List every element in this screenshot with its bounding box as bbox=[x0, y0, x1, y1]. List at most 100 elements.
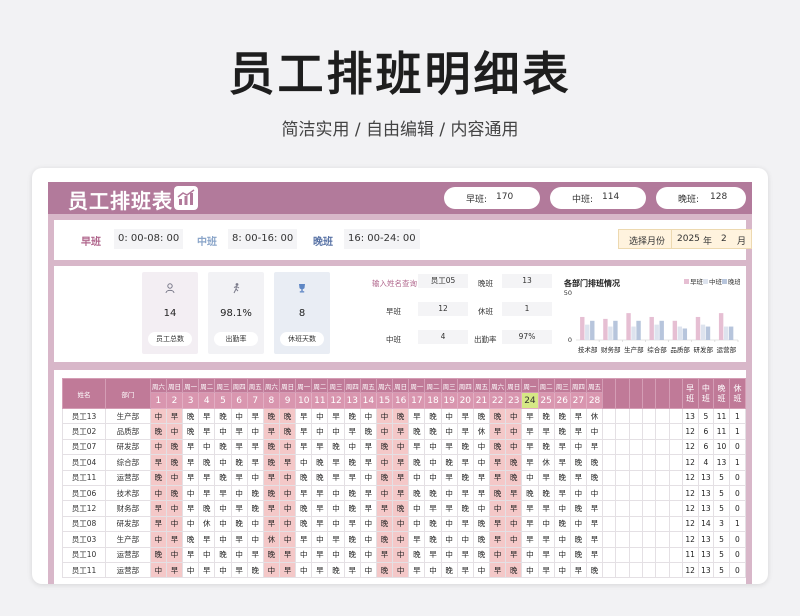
shift-cell[interactable]: 晚 bbox=[149, 546, 167, 563]
shift-cell[interactable]: 中 bbox=[359, 561, 377, 579]
shift-cell[interactable]: 中 bbox=[262, 561, 281, 579]
shift-cell[interactable]: 中 bbox=[295, 561, 313, 579]
shift-cell[interactable]: 晚 bbox=[262, 407, 281, 425]
shift-cell[interactable]: 晚 bbox=[375, 561, 394, 579]
shift-cell[interactable]: 早 bbox=[246, 407, 264, 425]
shift-cell[interactable]: 中 bbox=[246, 531, 264, 548]
shift-cell[interactable]: 晚 bbox=[424, 531, 442, 548]
shift-cell[interactable]: 晚 bbox=[585, 454, 604, 471]
shift-cell[interactable]: 中 bbox=[472, 454, 491, 471]
shift-cell[interactable]: 早 bbox=[262, 500, 281, 517]
shift-cell[interactable]: 晚 bbox=[521, 484, 539, 502]
shift-cell[interactable]: 中 bbox=[311, 423, 329, 440]
shift-cell[interactable]: 晚 bbox=[440, 561, 458, 579]
shift-cell[interactable]: 晚 bbox=[472, 515, 491, 533]
shift-cell[interactable]: 早 bbox=[408, 561, 426, 579]
month-picker[interactable]: 选择月份 2025 年 2 月 bbox=[618, 229, 752, 249]
shift-cell[interactable]: 中 bbox=[327, 484, 345, 502]
shift-cell[interactable]: 晚 bbox=[440, 454, 458, 471]
shift-cell[interactable]: 晚 bbox=[472, 531, 491, 548]
shift-cell[interactable]: 中 bbox=[408, 469, 426, 486]
shift-cell[interactable]: 中 bbox=[472, 561, 491, 579]
shift-cell[interactable]: 中 bbox=[489, 546, 507, 563]
shift-cell[interactable]: 晚 bbox=[408, 546, 426, 563]
shift-cell[interactable]: 中 bbox=[521, 546, 539, 563]
shift-cell[interactable]: 早 bbox=[521, 423, 539, 440]
shift-cell[interactable]: 早 bbox=[392, 469, 410, 486]
shift-cell[interactable]: 早 bbox=[359, 454, 377, 471]
shift-cell[interactable]: 中 bbox=[149, 531, 167, 548]
shift-cell[interactable]: 早 bbox=[327, 407, 345, 425]
shift-cell[interactable]: 晚 bbox=[198, 454, 216, 471]
shift-cell[interactable]: 早 bbox=[537, 500, 555, 517]
shift-cell[interactable]: 晚 bbox=[165, 438, 184, 456]
shift-cell[interactable]: 早 bbox=[295, 407, 313, 425]
shift-cell[interactable]: 早 bbox=[295, 484, 313, 502]
shift-cell[interactable]: 晚 bbox=[262, 454, 281, 471]
shift-cell[interactable]: 晚 bbox=[505, 454, 523, 471]
shift-cell[interactable]: 早 bbox=[553, 454, 571, 471]
shift-cell[interactable]: 早 bbox=[165, 407, 184, 425]
shift-cell[interactable]: 早 bbox=[182, 546, 200, 563]
shift-cell[interactable]: 早 bbox=[214, 484, 232, 502]
shift-cell[interactable]: 晚 bbox=[278, 423, 297, 440]
shift-cell[interactable]: 休 bbox=[585, 407, 604, 425]
shift-cell[interactable]: 晚 bbox=[489, 484, 507, 502]
shift-cell[interactable]: 早 bbox=[456, 561, 474, 579]
month-value[interactable]: 2 bbox=[721, 234, 727, 244]
shift-cell[interactable]: 早 bbox=[311, 561, 329, 579]
shift-cell[interactable]: 早 bbox=[585, 500, 604, 517]
shift-cell[interactable]: 中 bbox=[359, 531, 377, 548]
shift-cell[interactable]: 中 bbox=[585, 423, 604, 440]
shift-cell[interactable]: 晚 bbox=[392, 407, 410, 425]
shift-cell[interactable]: 早 bbox=[456, 407, 474, 425]
shift-cell[interactable]: 中 bbox=[327, 546, 345, 563]
shift-cell[interactable]: 早 bbox=[585, 531, 604, 548]
shift-cell[interactable]: 晚 bbox=[327, 561, 345, 579]
shift-cell[interactable]: 晚 bbox=[424, 423, 442, 440]
shift-cell[interactable]: 中 bbox=[311, 531, 329, 548]
shift-cell[interactable]: 晚 bbox=[489, 438, 507, 456]
shift-cell[interactable]: 中 bbox=[278, 438, 297, 456]
shift-cell[interactable]: 早 bbox=[359, 438, 377, 456]
shift-cell[interactable]: 早 bbox=[262, 515, 281, 533]
shift-cell[interactable]: 早 bbox=[327, 469, 345, 486]
shift-cell[interactable]: 休 bbox=[472, 423, 491, 440]
shift-cell[interactable]: 早 bbox=[456, 423, 474, 440]
shift-cell[interactable]: 中 bbox=[182, 515, 200, 533]
shift-cell[interactable]: 中 bbox=[295, 546, 313, 563]
shift-cell[interactable]: 中 bbox=[214, 500, 232, 517]
shift-cell[interactable]: 早 bbox=[537, 531, 555, 548]
shift-cell[interactable]: 中 bbox=[198, 438, 216, 456]
shift-cell[interactable]: 晚 bbox=[424, 484, 442, 502]
shift-cell[interactable]: 早 bbox=[327, 454, 345, 471]
shift-cell[interactable]: 晚 bbox=[408, 454, 426, 471]
shift-cell[interactable]: 中 bbox=[182, 561, 200, 579]
shift-cell[interactable]: 晚 bbox=[375, 469, 394, 486]
shift-cell[interactable]: 早 bbox=[569, 407, 587, 425]
shift-cell[interactable]: 中 bbox=[505, 515, 523, 533]
shift-cell[interactable]: 晚 bbox=[553, 407, 571, 425]
shift-cell[interactable]: 中 bbox=[230, 484, 248, 502]
shift-cell[interactable]: 晚 bbox=[262, 438, 281, 456]
shift-cell[interactable]: 中 bbox=[440, 407, 458, 425]
shift-cell[interactable]: 早 bbox=[182, 469, 200, 486]
shift-cell[interactable]: 中 bbox=[359, 546, 377, 563]
shift-cell[interactable]: 早 bbox=[343, 469, 361, 486]
shift-cell[interactable]: 晚 bbox=[375, 515, 394, 533]
shift-cell[interactable]: 中 bbox=[214, 531, 232, 548]
shift-cell[interactable]: 晚 bbox=[569, 531, 587, 548]
shift-cell[interactable]: 早 bbox=[392, 484, 410, 502]
shift-cell[interactable]: 中 bbox=[149, 438, 167, 456]
shift-cell[interactable]: 中 bbox=[246, 469, 264, 486]
shift-cell[interactable]: 早 bbox=[311, 500, 329, 517]
shift-cell[interactable]: 中 bbox=[278, 515, 297, 533]
shift-cell[interactable]: 晚 bbox=[214, 469, 232, 486]
shift-cell[interactable]: 早 bbox=[311, 546, 329, 563]
shift-cell[interactable]: 中 bbox=[472, 500, 491, 517]
shift-cell[interactable]: 早 bbox=[359, 484, 377, 502]
shift-cell[interactable]: 早 bbox=[278, 546, 297, 563]
shift-cell[interactable]: 晚 bbox=[537, 407, 555, 425]
shift-cell[interactable]: 中 bbox=[440, 484, 458, 502]
shift-cell[interactable]: 中 bbox=[278, 469, 297, 486]
